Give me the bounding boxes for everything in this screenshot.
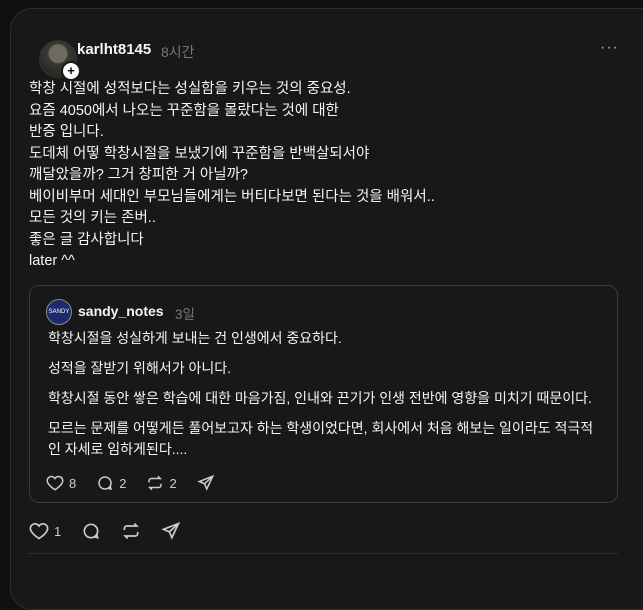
quoted-paragraph: 성적을 잘받기 위해서가 아니다.: [48, 360, 231, 376]
more-options-icon[interactable]: ···: [600, 39, 619, 57]
post-time: 8시간: [161, 44, 195, 60]
reply-button[interactable]: [81, 521, 101, 541]
repost-icon: [148, 475, 163, 491]
comment-icon: [83, 523, 100, 539]
like-count: 1: [54, 523, 62, 539]
post-username[interactable]: karlht8145: [77, 41, 151, 58]
quoted-time: 3일: [175, 307, 195, 322]
quoted-repost-count: 2: [169, 475, 177, 491]
send-icon: [196, 474, 214, 491]
share-button[interactable]: [161, 521, 181, 541]
quoted-paragraph: 학창시절을 성실하게 보내는 건 인생에서 중요하다.: [48, 330, 342, 346]
quoted-repost-button[interactable]: 2: [146, 474, 177, 492]
post-line: later ^^: [29, 253, 75, 269]
quoted-paragraph: 모르는 문제를 어떻게든 풀어보고자 하는 학생이었다면, 회사에서 처음 해보…: [48, 420, 594, 436]
quoted-username[interactable]: sandy_notes: [78, 303, 164, 319]
post-line: 베이비부머 세대인 부모님들에게는 버티다보면 된다는 것을 배워서..: [29, 188, 435, 205]
quoted-reply-count: 2: [119, 475, 127, 491]
divider: [28, 553, 618, 554]
post-line: 반증 입니다.: [29, 124, 104, 140]
repost-button[interactable]: [121, 521, 141, 541]
quoted-like-count: 8: [69, 475, 77, 491]
post-line: 모든 것의 키는 존버..: [29, 210, 156, 226]
send-icon: [161, 521, 181, 540]
quoted-share-button[interactable]: [196, 474, 215, 492]
repost-icon: [123, 522, 140, 540]
post-line: 좋은 글 감사합니다: [29, 231, 144, 248]
avatar[interactable]: +: [39, 40, 81, 81]
comment-icon: [98, 476, 113, 491]
post-line: 학창 시절에 성적보다는 성실함을 키우는 것의 중요성.: [29, 81, 351, 97]
quoted-like-button[interactable]: 8: [46, 474, 76, 492]
post-line: 깨달았을까? 그거 창피한 거 아닐까?: [29, 167, 249, 183]
quoted-reply-button[interactable]: 2: [96, 474, 126, 492]
heart-icon: [29, 522, 49, 540]
quoted-actions: 8 2 2: [46, 474, 235, 492]
post-body: 학창 시절에 성적보다는 성실함을 키우는 것의 중요성. 요즘 4050에서 …: [29, 79, 609, 273]
like-button[interactable]: 1: [29, 521, 61, 541]
post-card: + karlht8145 8시간 ··· 학창 시절에 성적보다는 성실함을 키…: [10, 8, 643, 610]
post-actions: 1: [29, 521, 201, 541]
quoted-paragraph: 학창시절 동안 쌓은 학습에 대한 마음가짐, 인내와 끈기가 인생 전반에 영…: [48, 390, 592, 406]
follow-plus-icon[interactable]: +: [61, 61, 81, 81]
quoted-avatar[interactable]: SANDY: [46, 299, 72, 325]
quoted-paragraph: 인 자세로 임하게된다....: [48, 441, 188, 457]
post-line: 도데체 어떻 학창시절을 보냈기에 꾸준함을 반백살되서야: [29, 145, 370, 162]
heart-icon: [46, 475, 64, 491]
post-line: 요즘 4050에서 나오는 꾸준함을 몰랐다는 것에 대한: [29, 102, 339, 119]
quoted-post[interactable]: SANDY sandy_notes 3일 학창시절을 성실하게 보내는 건 인생…: [29, 285, 618, 503]
